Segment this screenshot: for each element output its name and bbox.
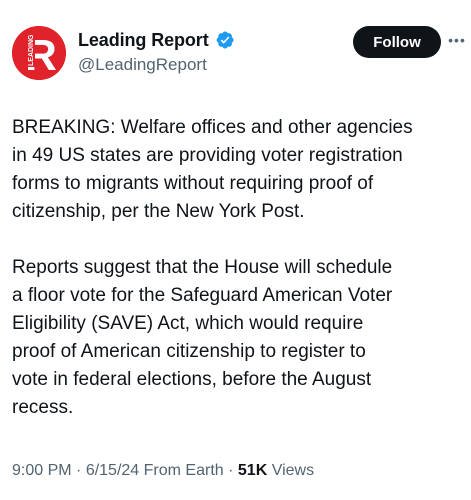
tweet: R LEADING Leading Report @LeadingReport …: [0, 0, 471, 500]
account-handle[interactable]: @LeadingReport: [78, 55, 235, 75]
tweet-text: BREAKING: Welfare offices and other agen…: [12, 114, 464, 422]
display-name-row: Leading Report: [78, 28, 235, 52]
tweet-paragraph: BREAKING: Welfare offices and other agen…: [12, 117, 413, 222]
tweet-meta: 9:00 PM · 6/15/24 From Earth · 51K Views: [12, 462, 314, 480]
display-name[interactable]: Leading Report: [78, 30, 209, 51]
svg-text:LEADING: LEADING: [28, 34, 35, 66]
account-names: Leading Report @LeadingReport: [78, 28, 235, 75]
post-time[interactable]: 9:00 PM: [12, 462, 72, 479]
meta-separator: ·: [223, 462, 238, 479]
tweet-header: R LEADING Leading Report @LeadingReport …: [12, 26, 466, 82]
views-label: Views: [271, 462, 315, 479]
avatar[interactable]: R LEADING: [12, 26, 66, 80]
follow-button[interactable]: Follow: [353, 26, 441, 58]
meta-separator: ·: [71, 462, 86, 479]
leading-report-logo: R LEADING: [12, 26, 66, 80]
verified-badge-icon: [215, 30, 235, 50]
more-horizontal-icon[interactable]: •••: [448, 30, 466, 50]
post-source: From Earth: [143, 462, 224, 479]
tweet-paragraph: Reports suggest that the House will sche…: [12, 257, 393, 418]
views-count: 51K: [237, 462, 268, 479]
post-date[interactable]: 6/15/24: [86, 462, 139, 479]
